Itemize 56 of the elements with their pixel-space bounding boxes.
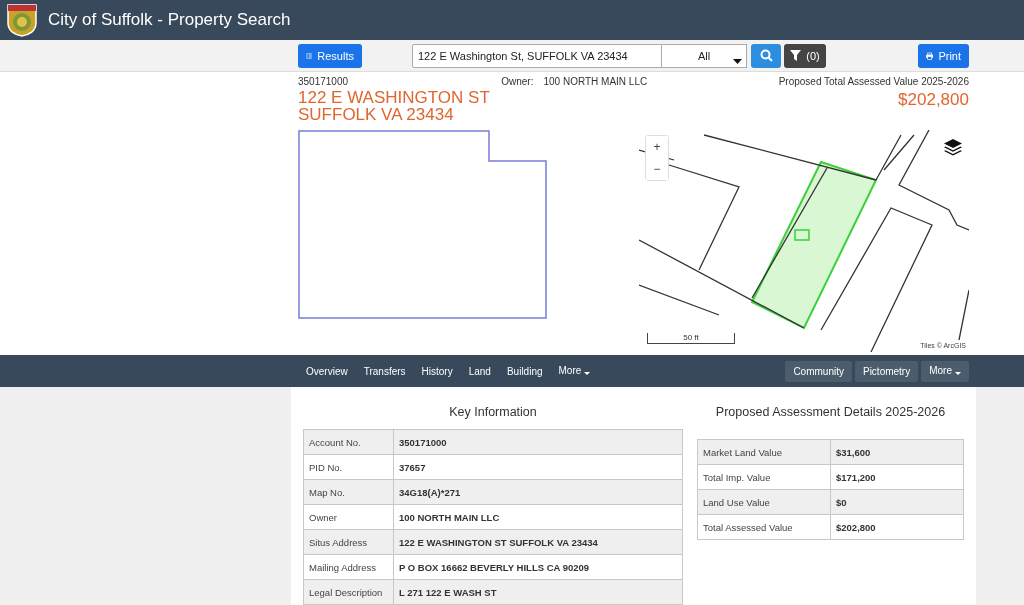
field-value: $31,600 bbox=[830, 439, 964, 465]
field-label: Mailing Address bbox=[303, 554, 394, 580]
search-field[interactable]: 122 E Washington St, SUFFOLK VA 23434 bbox=[412, 43, 662, 68]
nav-tab[interactable]: Building bbox=[498, 359, 551, 383]
caret-icon bbox=[584, 371, 591, 375]
nav-tab[interactable]: History bbox=[413, 359, 461, 383]
owner-label: Owner: bbox=[501, 76, 534, 89]
field-label: Map No. bbox=[303, 479, 394, 505]
value-label: Proposed Total Assessed Value 2025-2026 bbox=[778, 76, 969, 87]
nav-tab[interactable]: Transfers bbox=[355, 359, 414, 383]
field-value: $171,200 bbox=[830, 464, 964, 490]
list-icon bbox=[306, 50, 313, 61]
field-label: Situs Address bbox=[303, 529, 394, 555]
field-value: 34G18(A)*271 bbox=[393, 479, 683, 505]
field-label: PID No. bbox=[303, 454, 394, 480]
search-icon bbox=[759, 49, 773, 62]
print-button[interactable]: Print bbox=[918, 43, 969, 68]
printer-icon bbox=[926, 50, 934, 61]
field-value: L 271 122 E WASH ST bbox=[393, 579, 683, 605]
results-button[interactable]: Results bbox=[298, 43, 362, 68]
section-title: Proposed Assessment Details 2025-2026 bbox=[714, 405, 947, 421]
field-value: $0 bbox=[830, 489, 964, 515]
owner-name: 100 NORTH MAIN LLC bbox=[543, 76, 648, 89]
field-value: 37657 bbox=[393, 454, 683, 480]
more-menu[interactable]: More bbox=[550, 359, 599, 383]
section-title: Key Information bbox=[448, 405, 538, 421]
assessed-value: $202,800 bbox=[898, 90, 969, 110]
seal-logo bbox=[6, 3, 38, 37]
nav-button[interactable]: Pictometry bbox=[854, 360, 919, 382]
filter-button[interactable]: (0) bbox=[784, 43, 826, 68]
account-number: 350171000 bbox=[298, 76, 350, 87]
field-label: Total Imp. Value bbox=[697, 464, 831, 490]
field-value: 350171000 bbox=[393, 429, 683, 455]
nav-button[interactable]: Community bbox=[785, 360, 852, 382]
field-label: Owner bbox=[303, 504, 394, 530]
more-menu[interactable]: More bbox=[921, 360, 969, 382]
nav-tab[interactable]: Land bbox=[460, 359, 499, 383]
field-label: Total Assessed Value bbox=[697, 514, 831, 540]
field-value: 122 E WASHINGTON ST SUFFOLK VA 23434 bbox=[393, 529, 683, 555]
search-button[interactable] bbox=[751, 43, 781, 68]
filter-icon bbox=[790, 50, 802, 61]
field-value: P O BOX 16662 BEVERLY HILLS CA 90209 bbox=[393, 554, 683, 580]
field-label: Legal Description bbox=[303, 579, 394, 605]
field-label: Account No. bbox=[303, 429, 394, 455]
scope-dropdown[interactable]: All bbox=[662, 43, 747, 68]
field-value: 100 NORTH MAIN LLC bbox=[393, 504, 683, 530]
property-address: 122 E WASHINGTON ST SUFFOLK VA 23434 bbox=[298, 89, 490, 123]
nav-tab[interactable]: Overview bbox=[298, 359, 356, 383]
site-title: City of Suffolk - Property Search bbox=[48, 10, 291, 30]
caret-icon bbox=[955, 371, 961, 375]
field-label: Market Land Value bbox=[697, 439, 831, 465]
scale-bar: 50 ft bbox=[647, 333, 735, 344]
field-value: $202,800 bbox=[830, 514, 964, 540]
layers-icon[interactable] bbox=[943, 137, 963, 157]
caret-icon bbox=[733, 58, 742, 64]
field-label: Land Use Value bbox=[697, 489, 831, 515]
